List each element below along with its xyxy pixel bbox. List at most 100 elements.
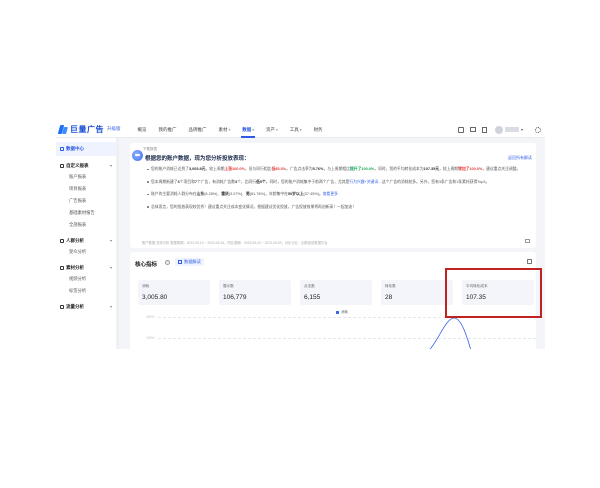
brand-logo[interactable]: 巨量广告 升级版	[57, 124, 121, 135]
bullet-text: 5.76%	[312, 167, 324, 171]
toolbox-icon[interactable]	[457, 126, 464, 133]
metric-card[interactable]: 展示数 106,779	[219, 280, 291, 305]
section-icon	[60, 238, 64, 243]
plan-badge[interactable]: 升级版	[107, 126, 121, 132]
bullet-text: ，建议重点关注调整。	[482, 167, 521, 171]
metric-label: 消耗	[142, 284, 150, 288]
sidebar-item[interactable]: 受众分析	[56, 246, 118, 258]
metric-card[interactable]: 转化数 28	[381, 280, 453, 305]
logo-icon	[57, 124, 68, 134]
insight-bullet: 账户的主要消耗人群分布在山东(8.26%)、重庆(3.07%)、男(81.78%…	[147, 191, 530, 198]
nav-item[interactable]: 概览	[132, 121, 153, 138]
bullet-text: (8.26%)、	[204, 192, 222, 196]
metric-card[interactable]: 消耗 3,005.80	[138, 280, 210, 305]
nav-item[interactable]: 工具▾	[284, 121, 308, 138]
sidebar-section[interactable]: 流量分析 ▾	[56, 301, 118, 312]
bullet-text: 50岁以上	[287, 192, 304, 196]
sidebar-head-label: 数据中心	[66, 146, 84, 151]
sidebar-item-data-center[interactable]: 数据中心	[56, 142, 118, 156]
sidebar-item[interactable]: 标签分析	[56, 285, 118, 297]
bullet-text: 上涨100.0%	[224, 167, 245, 171]
bullet-text: 低5个	[256, 179, 266, 184]
nav-item[interactable]: 品牌推广	[183, 121, 213, 138]
insight-bullet: 总体而言，您的投放表现较优秀！建议重点关注成本变化情况，根据建议优化投放，广告投…	[147, 204, 530, 211]
document-icon[interactable]	[481, 126, 487, 133]
metric-card[interactable]: 点击数 6,155	[300, 280, 372, 305]
chevron-down-icon: ▾	[109, 304, 112, 309]
bullet-text: 107.35元	[423, 167, 440, 171]
download-report-tag[interactable]: 下载报表	[143, 147, 157, 152]
nav-item-label: 数据	[242, 126, 252, 132]
grid-icon	[60, 147, 64, 151]
nav-item-label: 素材	[218, 126, 228, 132]
data-interpret-label: 数据解读	[184, 259, 201, 264]
bullet-text: 这个广告的消耗较多。另外，您有3条广告和1条素材获得Top3。	[381, 179, 490, 184]
help-icon[interactable]: ?	[165, 260, 170, 265]
gear-icon[interactable]	[535, 126, 541, 133]
bullet-text: 个项目和	[179, 179, 195, 184]
bullet-text: (37.45%)。	[303, 192, 323, 196]
sidebar-section-label: 人群分析	[66, 237, 84, 243]
top-navigation: 巨量广告 升级版 概览 我的推广 品牌推广 素材▾ 数据▾ 资产▾ 工具▾ 财务 ▾	[56, 121, 545, 138]
series-line-spend	[429, 317, 471, 349]
bullet-text: 您本周期新建了	[151, 179, 178, 184]
nav-item[interactable]: 财务	[308, 121, 329, 138]
feedback-icon[interactable]	[525, 239, 530, 243]
inline-link[interactable]: 行为兴趣+关键词…	[349, 180, 382, 184]
insight-bullet: 您本周期新建了6个项目和7个广告，有消耗广告数3个，比同行低5个。同时，您的账户…	[147, 179, 530, 186]
bullet-text: 您的账户消耗已达到了	[151, 167, 189, 171]
metric-value: 3,005.80	[142, 294, 168, 301]
sidebar-section[interactable]: 素材分析 ▾	[56, 262, 118, 273]
metric-label: 点击数	[304, 284, 315, 288]
brand-name: 巨量广告	[70, 124, 104, 134]
section-icon	[60, 265, 64, 270]
insight-card: 下载报表 根据您的账户数据，现为您分析投放表现： 返回所有解读 您的账户消耗已达…	[130, 143, 536, 248]
nav-item-label: 财务	[313, 126, 323, 132]
insight-bullet: 您的账户消耗已达到了3,005.8元，较上周期上涨100.0%，但与同行相比低8…	[147, 166, 530, 173]
download-icon[interactable]	[527, 259, 532, 264]
sidebar-section[interactable]: 人群分析 ▾	[56, 235, 118, 246]
message-icon[interactable]	[469, 127, 476, 132]
sidebar-item[interactable]: 基础素材报告	[56, 207, 118, 219]
bullet-text: ，较上周期	[439, 167, 459, 171]
chevron-down-icon: ▾	[109, 265, 112, 270]
sidebar-item[interactable]: 账户报表	[56, 171, 118, 183]
all-interpretations-link[interactable]: 返回所有解读	[508, 155, 532, 161]
nav-item-label: 资产	[266, 126, 276, 132]
topbar-utilities: ▾	[452, 121, 541, 138]
bullet-text: ，但与同行相比	[244, 167, 272, 171]
chevron-down-icon: ▾	[252, 127, 255, 132]
bullet-text: 个广告，有消耗广告数	[197, 179, 235, 184]
chevron-down-icon: ▾	[276, 127, 278, 132]
bullet-text: 。同时，您的账户消耗集中于前两个广告，尤其是	[265, 179, 350, 184]
sidebar-item[interactable]: 广告报表	[56, 195, 118, 207]
chevron-down-icon[interactable]: ▾	[521, 127, 523, 132]
nav-item[interactable]: 数据▾	[236, 121, 260, 138]
section-icon	[60, 163, 64, 168]
sidebar: 数据中心 自定义报表 ▾ 账户报表 项目报表 广告报表 基础素材报告 全部报表 人群分析 ▾ 受众…	[56, 138, 119, 349]
sidebar-item[interactable]: 视频分析	[56, 273, 118, 285]
sidebar-item[interactable]: 项目报表	[56, 183, 118, 195]
bullet-text: 。广告点击率为	[286, 167, 313, 171]
sidebar-item[interactable]: 全部报表	[56, 219, 118, 231]
nav-item[interactable]: 素材▾	[213, 121, 237, 138]
account-name[interactable]	[504, 127, 519, 132]
bullet-text: ，与上周期相比	[323, 167, 350, 171]
chevron-down-icon: ▾	[109, 163, 112, 168]
nav-item[interactable]: 资产▾	[260, 121, 284, 138]
metric-label: 转化数	[385, 284, 396, 288]
bullet-text: 重庆	[221, 192, 229, 196]
sidebar-section-label: 自定义报表	[66, 162, 89, 168]
avatar[interactable]	[494, 125, 503, 134]
data-interpret-button[interactable]: 数据解读	[175, 258, 204, 266]
nav-item[interactable]: 我的推广	[153, 121, 183, 138]
metric-label: 展示数	[223, 284, 234, 288]
sidebar-section[interactable]: 自定义报表 ▾	[56, 160, 118, 171]
nav-item-label: 概览	[137, 126, 147, 132]
nav-item-label: 品牌推广	[188, 126, 207, 132]
bullet-text: ，同时，您的平均转化成本为	[374, 167, 424, 171]
inline-link[interactable]: 查看更多	[323, 192, 338, 196]
nav-item-label: 我的推广	[158, 126, 177, 132]
bullet-text: (81.78%)，年龄集中在	[249, 192, 288, 196]
nav-item-label: 工具	[289, 126, 299, 132]
